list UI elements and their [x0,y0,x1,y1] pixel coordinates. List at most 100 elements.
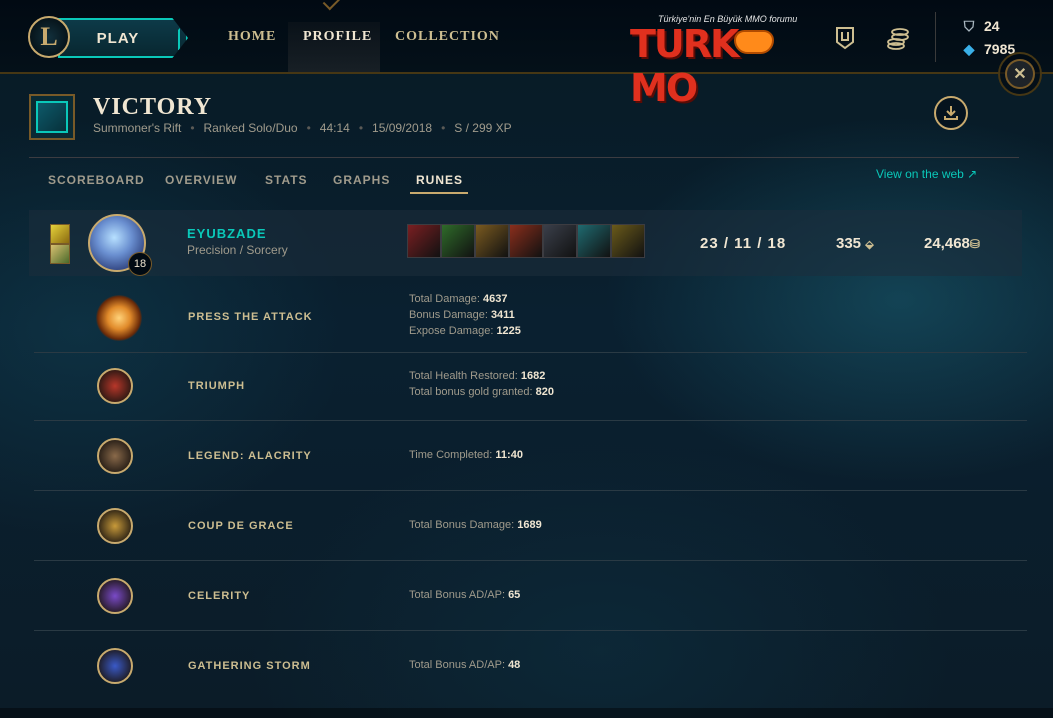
gamepad-icon [734,30,774,54]
rune-row: CELERITY Total Bonus AD/AP: 65 [34,561,1027,631]
download-icon [944,106,958,120]
rune-stat-value: 820 [535,386,554,398]
store-coins-icon[interactable] [886,26,910,50]
tab-stats[interactable]: STATS [265,173,308,187]
rune-stats: Total Bonus AD/AP: 65 [409,587,520,603]
rune-name: CELERITY [188,590,251,602]
close-button[interactable]: ✕ [1005,59,1035,89]
item-slot-icon[interactable] [509,224,543,258]
item-slot-icon[interactable] [407,224,441,258]
rune-icon [96,295,142,341]
rune-icon [97,578,133,614]
header-divider [29,157,1019,158]
player-rune-paths: Precision / Sorcery [187,243,288,257]
rune-stats: Time Completed: 11:40 [409,447,523,463]
rune-icon [97,648,133,684]
watermark-logo: Türkiye'nin En Büyük MMO forumu TURK MO [628,12,812,110]
player-cs: 335 ⬙ [836,235,874,252]
match-date: 15/09/2018 [372,121,433,135]
rune-stat-line: Expose Damage: 1225 [409,323,521,339]
rune-stats: Total Damage: 4637 Bonus Damage: 3411 Expo… [409,291,521,339]
rune-name: LEGEND: ALACRITY [188,450,312,462]
rune-name: PRESS THE ATTACK [188,311,313,323]
rune-stat-label: Total Bonus Damage: [409,519,518,531]
play-button[interactable]: PLAY [58,18,188,58]
rune-stat-value: 1682 [520,370,546,382]
nav-profile[interactable]: PROFILE [303,29,372,45]
queue-type: Ranked Solo/Duo [203,121,298,135]
minion-icon: ⬙ [865,239,874,251]
rune-stat-line: Time Completed: 11:40 [409,447,523,463]
rune-stat-label: Expose Damage: [409,325,497,337]
blue-essence-icon: ⛉ [963,18,975,34]
rune-icon [97,438,133,474]
cs-value: 335 [836,235,862,252]
match-duration: 44:14 [319,121,350,135]
gold-value: 24,468 [924,235,970,252]
rune-stats: Total Bonus Damage: 1689 [409,517,542,533]
rune-name: COUP DE GRACE [188,520,294,532]
rune-row: GATHERING STORM Total Bonus AD/AP: 48 [34,631,1027,701]
blue-essence-value: 24 [984,18,1000,34]
watermark-word: TURK MO [630,22,739,110]
rune-stats: Total Bonus AD/AP: 48 [409,657,520,673]
player-gold: 24,468⛁ [924,235,980,252]
rune-stat-line: Total bonus gold granted: 820 [409,384,554,400]
item-slot-icon[interactable] [543,224,577,258]
rune-row: PRESS THE ATTACK Total Damage: 4637 Bonus … [34,283,1027,353]
player-name[interactable]: EYUBZADE [187,226,267,241]
match-result-icon [29,94,75,140]
rune-stat-label: Total Bonus AD/AP: [409,589,509,601]
tab-graphs[interactable]: GRAPHS [333,173,390,187]
blue-essence-counter: ⛉ 24 [960,18,1000,35]
nav-home[interactable]: HOME [228,29,276,45]
rune-stat-value: 11:40 [495,449,523,461]
rune-stat-label: Bonus Damage: [409,309,491,321]
item-slot-icon[interactable] [475,224,509,258]
chevron-down-icon [322,0,346,11]
rune-stat-value: 48 [508,659,521,671]
rune-row: TRIUMPH Total Health Restored: 1682 Total … [34,351,1027,421]
tab-runes[interactable]: RUNES [416,173,463,187]
rune-icon [97,508,133,544]
item-build [407,224,645,258]
rune-stat-line: Total Bonus AD/AP: 65 [409,587,520,603]
rune-stats: Total Health Restored: 1682 Total bonus g… [409,368,554,400]
rune-stat-value: 4637 [482,293,508,305]
rune-icon [97,368,133,404]
summoner-spell-ghost-icon [50,244,70,264]
rune-stat-label: Total bonus gold granted: [409,386,536,398]
rune-stat-value: 1689 [517,519,542,531]
rune-row: LEGEND: ALACRITY Time Completed: 11:40 [34,421,1027,491]
item-slot-icon[interactable] [577,224,611,258]
league-logo-icon[interactable]: L [28,16,70,58]
rune-stat-label: Total Health Restored: [409,370,521,382]
summoner-spell-flash-icon [50,224,70,244]
tab-scoreboard[interactable]: SCOREBOARD [48,173,145,187]
player-kda: 23 / 11 / 18 [700,235,787,252]
rune-stat-line: Total Bonus Damage: 1689 [409,517,542,533]
rune-name: GATHERING STORM [188,660,311,672]
rune-stat-line: Bonus Damage: 3411 [409,307,521,323]
crafting-icon[interactable] [834,26,856,50]
item-slot-icon[interactable] [611,224,645,258]
match-grade: S / 299 XP [454,121,512,135]
nav-collection[interactable]: COLLECTION [395,29,500,45]
rune-stat-value: 3411 [490,309,515,321]
gold-icon: ⛁ [969,237,980,251]
top-nav-bar: PLAY L HOME PROFILE COLLECTION Türkiye'n… [0,0,1053,110]
nav-divider [935,12,936,62]
riot-points-icon: ◆ [963,41,975,57]
tab-overview[interactable]: OVERVIEW [165,173,237,187]
rune-stat-line: Total Health Restored: 1682 [409,368,554,384]
active-tab-underline [410,192,468,194]
rune-stat-line: Total Damage: 4637 [409,291,521,307]
bottom-edge [0,708,1053,718]
map-name: Summoner's Rift [93,121,182,135]
view-on-web-link[interactable]: View on the web ↗ [876,167,977,181]
rune-row: COUP DE GRACE Total Bonus Damage: 1689 [34,491,1027,561]
download-replay-button[interactable] [934,96,968,130]
item-slot-icon[interactable] [441,224,475,258]
rune-stat-label: Time Completed: [409,449,496,461]
rune-stat-line: Total Bonus AD/AP: 48 [409,657,520,673]
